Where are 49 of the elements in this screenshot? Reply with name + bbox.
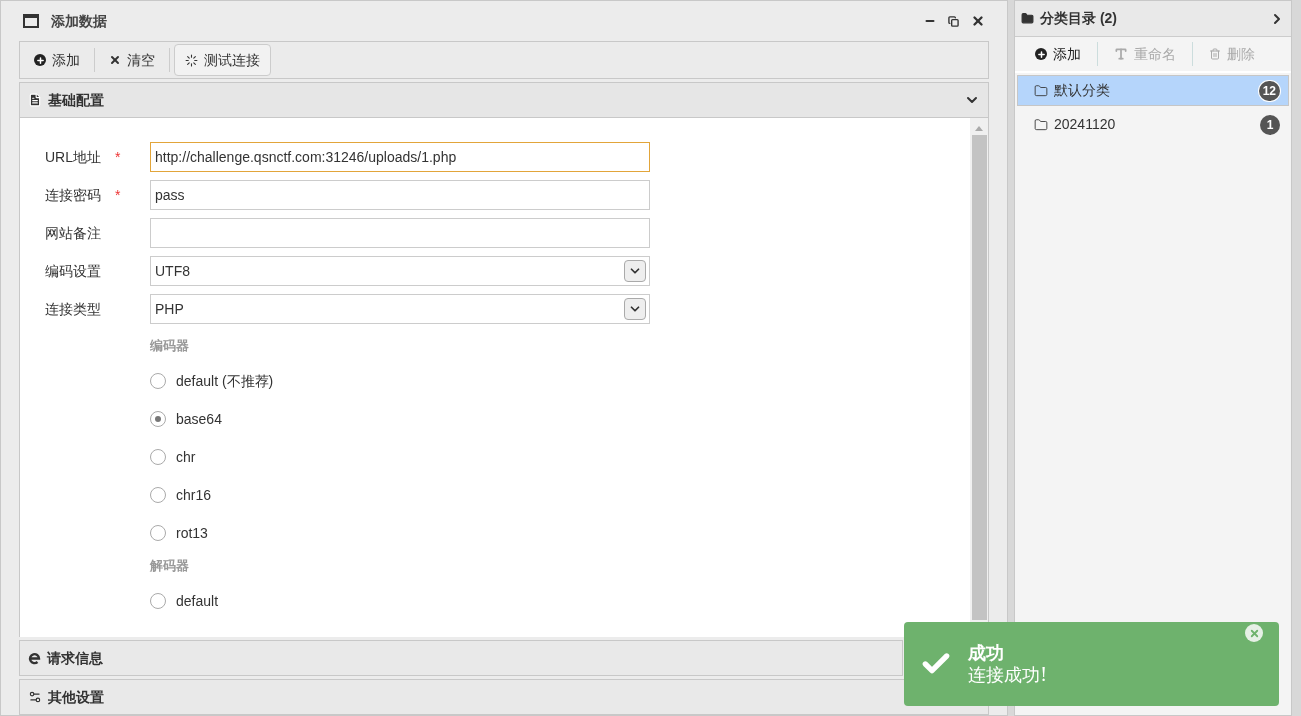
window-icon xyxy=(23,14,39,28)
font-icon xyxy=(1114,47,1128,61)
field-label: 网站备注 xyxy=(45,223,102,243)
input-field[interactable]: pass xyxy=(150,180,650,210)
folder-icon xyxy=(1034,117,1048,132)
input-field[interactable] xyxy=(150,218,650,248)
spinner-icon xyxy=(185,53,198,67)
select-field[interactable]: UTF8 xyxy=(150,256,650,286)
radio-option[interactable]: base64 xyxy=(150,400,222,438)
category-item[interactable]: 20241120 1 xyxy=(1017,109,1289,140)
trash-icon xyxy=(1209,48,1221,60)
section-header[interactable]: 基础配置 xyxy=(19,82,989,118)
field-label: 连接密码 xyxy=(45,185,102,205)
required-mark: * xyxy=(115,147,121,167)
add-icon xyxy=(1035,48,1047,60)
count-badge: 1 xyxy=(1260,114,1280,135)
folder-icon xyxy=(1034,83,1048,98)
radio-option[interactable]: default (不推荐) xyxy=(150,362,274,400)
count-badge: 12 xyxy=(1258,80,1280,101)
toast-title: 成功 xyxy=(968,641,1005,664)
field-label: 连接类型 xyxy=(45,299,102,319)
e-icon xyxy=(28,651,41,665)
field-label: 编码设置 xyxy=(45,261,102,281)
close-icon[interactable] xyxy=(971,14,985,28)
toolbar-button[interactable]: 测试连接 xyxy=(174,44,271,76)
input-field[interactable]: http://challenge.qsnctf.com:31246/uploads/1.php xyxy=(150,142,650,172)
select-field[interactable]: PHP xyxy=(150,294,650,324)
toolbar-button[interactable]: 清空 xyxy=(99,44,165,76)
section-header[interactable]: 请求信息 xyxy=(19,640,903,676)
window-title: 添加数据 xyxy=(51,11,107,31)
panel-button[interactable]: 添加 xyxy=(1023,39,1093,69)
group-title: 编码器 xyxy=(150,337,190,355)
restore-icon[interactable] xyxy=(948,15,959,27)
close-icon xyxy=(109,54,121,66)
radio-option[interactable]: rot13 xyxy=(150,514,208,552)
radio-option[interactable]: chr xyxy=(150,438,196,476)
radio-option[interactable]: default xyxy=(150,582,219,620)
group-title: 解码器 xyxy=(150,557,190,575)
required-mark: * xyxy=(115,185,121,205)
toolbar-button[interactable]: 添加 xyxy=(24,44,90,76)
panel-title: 分类目录 (2) xyxy=(1040,9,1117,28)
radio-option[interactable]: chr16 xyxy=(150,476,212,514)
document-icon xyxy=(28,93,42,107)
add-icon xyxy=(34,54,46,66)
category-item[interactable]: 默认分类 12 xyxy=(1017,75,1289,106)
chevron-down-icon xyxy=(624,298,646,320)
field-label: URL地址 xyxy=(45,147,102,167)
chevron-down-icon xyxy=(624,260,646,282)
folder-icon xyxy=(1021,12,1034,25)
